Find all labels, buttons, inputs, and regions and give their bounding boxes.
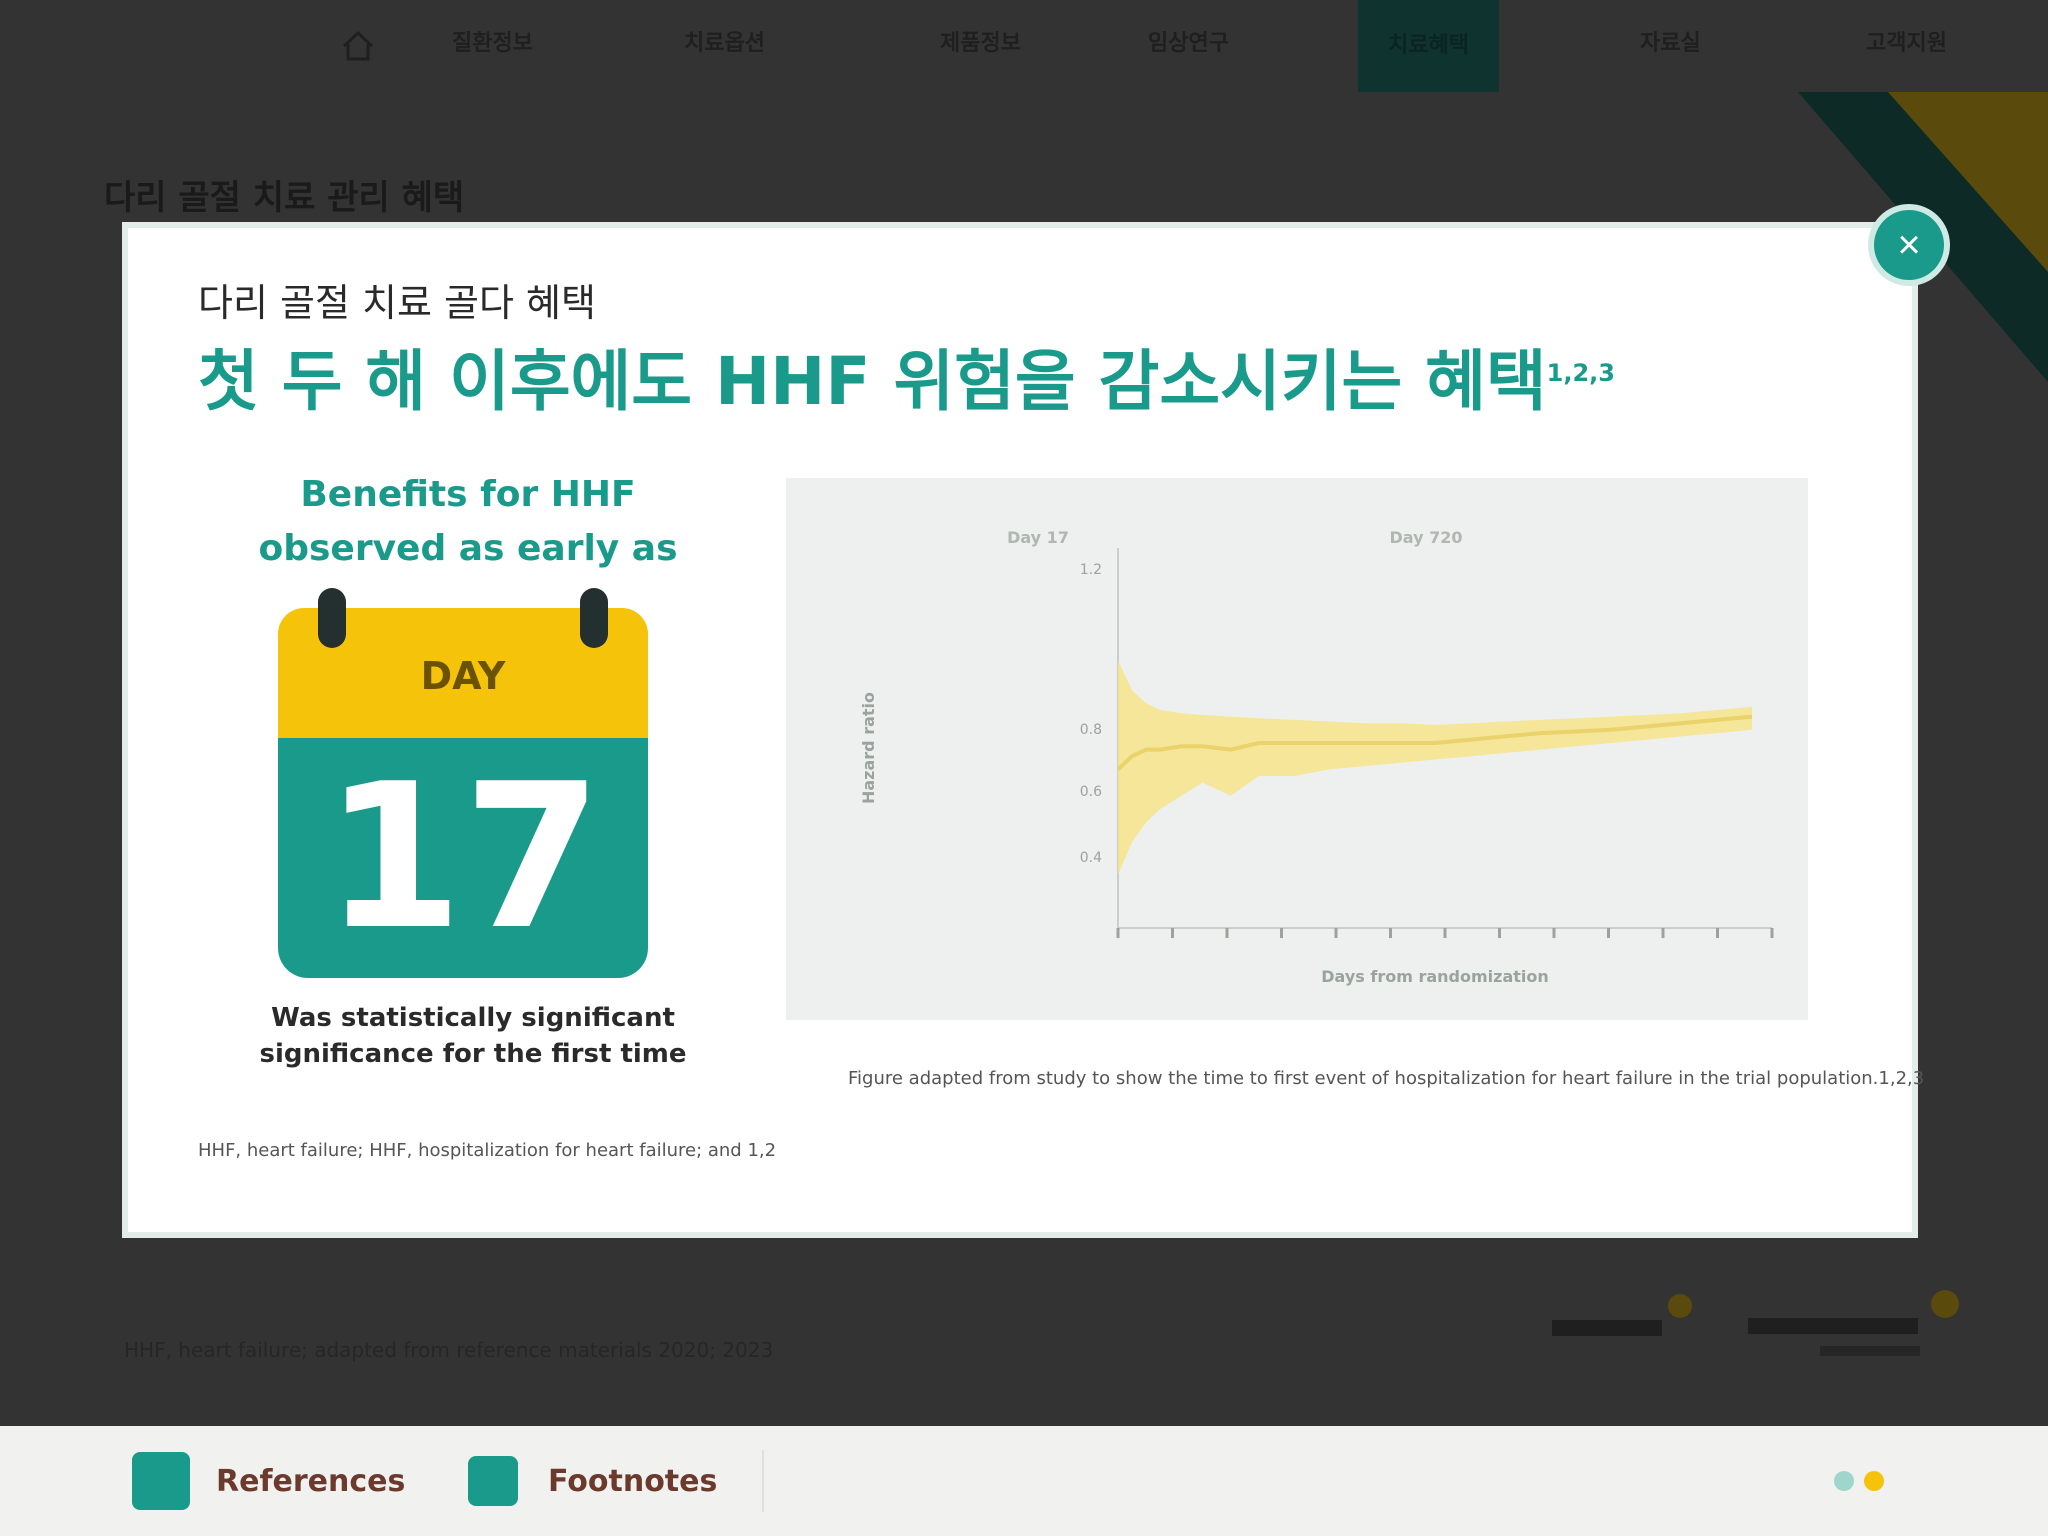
x-axis-label: Days from randomization <box>1321 967 1549 986</box>
modal-eyebrow: 다리 골절 치료 골다 혜택 <box>198 281 596 325</box>
footnotes-icon <box>468 1456 518 1506</box>
bottom-bar: References Footnotes <box>0 1426 2048 1536</box>
y-tick-label: 0.4 <box>1080 850 1102 866</box>
y-tick-label: 0.8 <box>1080 722 1102 738</box>
section-title: 다리 골절 치료 관리 혜택 <box>104 178 465 218</box>
calendar-heading: Benefits for HHF observed as early as <box>258 474 678 569</box>
top-navigation: 질환정보 치료옵션 제품정보 임상연구 치료혜택 자료실 고객지원 <box>0 0 2048 92</box>
nav-item-treatment-options[interactable]: 치료옵션 <box>684 24 765 64</box>
y-axis-label: Hazard ratio <box>859 692 878 804</box>
chart-annotation: Day 17 <box>1007 528 1069 547</box>
y-tick-label: 1.2 <box>1080 562 1102 578</box>
chart-footnote: Figure adapted from study to show the ti… <box>848 1068 1925 1089</box>
references-button[interactable]: References <box>132 1452 422 1510</box>
nav-item-support[interactable]: 고객지원 <box>1866 24 1947 64</box>
page-footnote: HHF, heart failure; adapted from referen… <box>124 1338 774 1362</box>
references-icon <box>132 1452 190 1510</box>
company-logo <box>1552 1294 1692 1336</box>
hazard-ratio-chart: 1.2 0.8 0.6 0.4 Day 17 Day 720 Days from rando… <box>859 528 1774 986</box>
modal-dialog: 다리 골절 치료 골다 혜택 첫 두 해 이후에도 HHF 위험을 감소시키는 … <box>128 228 1925 1232</box>
bottom-bar-divider <box>762 1450 764 1512</box>
nav-item-resources[interactable]: 자료실 <box>1640 24 1701 64</box>
chart-panel: 1.2 0.8 0.6 0.4 Day 17 Day 720 Days from rando… <box>786 478 1808 1020</box>
headline-reference: 1,2,3 <box>1546 359 1615 387</box>
chart-annotation: Day 720 <box>1390 528 1463 547</box>
nav-item-treatment-benefits[interactable]: 치료혜택 <box>1358 0 1499 92</box>
partner-logo <box>1748 1290 1959 1356</box>
calendar-icon: DAY 17 <box>278 588 648 978</box>
nav-item-clinical-studies[interactable]: 임상연구 <box>1148 24 1229 64</box>
references-label: References <box>216 1464 406 1499</box>
modal-headline: 첫 두 해 이후에도 HHF 위험을 감소시키는 혜택1,2,3 <box>198 343 1615 420</box>
calendar-ring-right <box>580 588 608 648</box>
close-button[interactable]: × <box>1874 210 1944 280</box>
footnotes-button[interactable]: Footnotes <box>468 1452 738 1510</box>
nav-item-disease-info[interactable]: 질환정보 <box>452 24 533 64</box>
calendar-caption: Was statistically significant significan… <box>259 1003 687 1069</box>
brand-dots-icon <box>1834 1471 1884 1491</box>
footnotes-label: Footnotes <box>548 1464 718 1499</box>
home-icon[interactable] <box>338 26 378 66</box>
calendar-month-label: DAY <box>420 654 506 698</box>
confidence-band <box>1118 660 1752 875</box>
y-tick-label: 0.6 <box>1080 784 1102 800</box>
calendar-day-number: 17 <box>323 741 603 974</box>
nav-item-product-info[interactable]: 제품정보 <box>940 24 1021 64</box>
left-footnote: HHF, heart failure; HHF, hospitalization… <box>198 1140 777 1161</box>
calendar-ring-left <box>318 588 346 648</box>
